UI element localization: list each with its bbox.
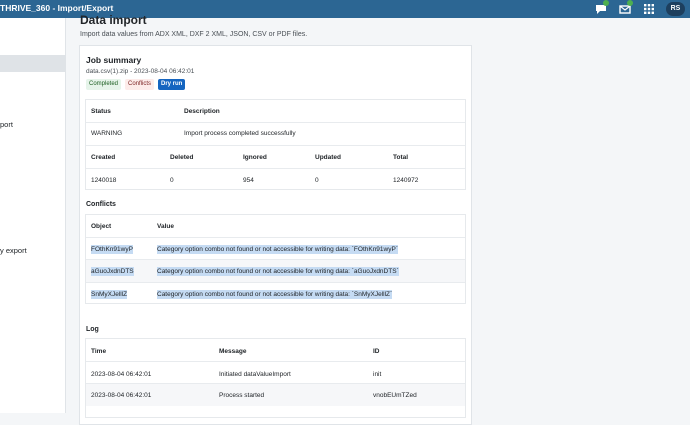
conflicts-label: Conflicts <box>86 201 116 208</box>
log-time: 2023-08-04 06:42:01 <box>91 392 152 399</box>
deleted-value: 0 <box>170 177 174 184</box>
status-header: Status <box>91 108 111 115</box>
message-header: Message <box>219 348 247 355</box>
table-row: aGuoJxdnDTS Category option combo not fo… <box>86 259 465 282</box>
log-time: 2023-08-04 06:42:01 <box>91 371 152 378</box>
value-header: Value <box>157 223 174 230</box>
table-row: WARNING Import process completed success… <box>86 122 465 145</box>
table-row: 2023-08-04 06:42:01 Initiated dataValueI… <box>86 361 465 383</box>
app-title: THRIVE_360 - Import/Export <box>0 3 114 13</box>
table-row: FOthKn91wyP Category option combo not fo… <box>86 237 465 259</box>
log-message: Process started <box>219 392 265 399</box>
log-table: Time Message ID 2023-08-04 06:42:01 Init… <box>85 338 466 418</box>
log-label: Log <box>86 326 99 333</box>
log-message: Initiated dataValueImport <box>219 371 291 378</box>
sidebar-item-selected[interactable] <box>0 55 66 72</box>
description-header: Description <box>184 108 220 115</box>
table-row: 2023-08-04 06:42:01 Process started vnob… <box>86 383 465 406</box>
user-avatar[interactable]: RS <box>666 2 685 16</box>
created-header: Created <box>91 154 116 161</box>
ignored-value: 954 <box>243 177 254 184</box>
mail-badge <box>627 0 633 6</box>
updated-header: Updated <box>315 154 341 161</box>
tag-conflicts[interactable]: Conflicts <box>125 79 155 90</box>
sidebar-item-export[interactable]: y export <box>0 246 27 255</box>
sidebar-item-import[interactable]: port <box>0 120 13 129</box>
page-title: Data import <box>80 13 147 27</box>
ignored-header: Ignored <box>243 154 267 161</box>
updated-value: 0 <box>315 177 319 184</box>
summary-table: Status Description WARNING Import proces… <box>85 99 466 190</box>
conflict-object: FOthKn91wyP <box>91 245 133 254</box>
tag-completed[interactable]: Completed <box>86 79 122 90</box>
created-value: 1240018 <box>91 177 117 184</box>
conflict-value: Category option combo not found or not a… <box>157 290 393 299</box>
conflict-object: aGuoJxdnDTS <box>91 267 134 276</box>
conflicts-table: Object Value FOthKn91wyP Category option… <box>85 214 466 304</box>
conflict-object: SnMyXJelllZ <box>91 290 128 299</box>
log-id: vnobEUmTZed <box>373 392 417 399</box>
object-header: Object <box>91 223 112 230</box>
apps-grid-icon[interactable] <box>642 2 656 16</box>
page-subtitle: Import data values from ADX XML, DXF 2 X… <box>80 31 308 38</box>
tag-dry-run[interactable]: Dry run <box>158 79 186 90</box>
time-header: Time <box>91 348 107 355</box>
table-row: SnMyXJelllZ Category option combo not fo… <box>86 282 465 304</box>
job-summary-title: Job summary <box>86 55 142 65</box>
status-value: WARNING <box>91 130 123 137</box>
table-row: 1240018 0 954 0 1240972 <box>86 168 465 190</box>
conflict-value: Category option combo not found or not a… <box>157 245 398 254</box>
messages-badge <box>603 0 609 6</box>
total-header: Total <box>393 154 409 161</box>
total-value: 1240972 <box>393 177 419 184</box>
description-value: Import process completed successfully <box>184 130 296 137</box>
log-id: init <box>373 371 382 378</box>
sidebar: port y export <box>0 18 66 413</box>
job-meta: data.csv(1).zip - 2023-08-04 06:42:01 <box>86 68 195 75</box>
conflict-value: Category option combo not found or not a… <box>157 267 399 276</box>
counts-header-row: Created Deleted Ignored Updated Total <box>86 145 465 168</box>
id-header: ID <box>373 348 380 355</box>
deleted-header: Deleted <box>170 154 194 161</box>
